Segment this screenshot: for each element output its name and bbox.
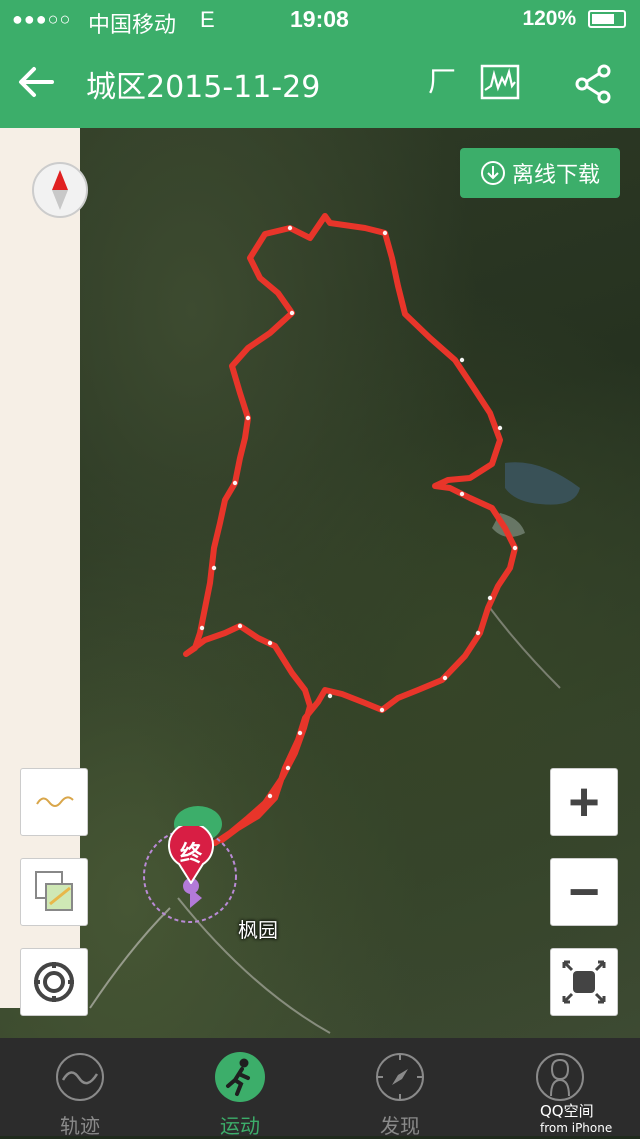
locate-icon: [34, 962, 74, 1002]
tab-sport-label: 运动: [220, 1114, 260, 1138]
plus-icon: +: [568, 772, 600, 832]
satellite-map[interactable]: 终 离线下载 + − 枫园: [0, 128, 640, 1038]
track-style-button[interactable]: [20, 768, 88, 836]
minus-icon: −: [568, 862, 600, 922]
watermark-title: QQ空间: [540, 1102, 594, 1120]
network-type: E: [200, 7, 215, 32]
battery-percent: 120%: [522, 7, 577, 30]
fit-track-button[interactable]: [550, 948, 618, 1016]
battery-icon: [588, 10, 626, 29]
offline-download-button[interactable]: 离线下载: [460, 148, 620, 198]
layers-icon: [35, 871, 73, 911]
tab-track[interactable]: 轨迹: [0, 1038, 160, 1138]
track-style-icon: [36, 796, 74, 807]
download-icon: [480, 161, 505, 185]
status-bar: ●●●○○ 中国移动 E 19:08 120%: [0, 0, 640, 40]
gps-track: [183, 213, 518, 846]
end-marker-label: 终: [179, 842, 202, 867]
map-layers-button[interactable]: [20, 858, 88, 926]
track-icon: [56, 1053, 104, 1101]
page-title: 城区2015-11-29: [86, 70, 321, 105]
zoom-out-button[interactable]: −: [550, 858, 618, 926]
offline-download-label: 离线下载: [511, 163, 600, 188]
qq-watermark: QQ空间 from iPhone: [540, 1100, 612, 1135]
locate-button[interactable]: [20, 948, 88, 1016]
place-label: 枫园: [238, 918, 278, 942]
compass-button[interactable]: [32, 162, 88, 218]
compass-icon: [376, 1053, 424, 1101]
tab-discover-label: 发现: [380, 1114, 420, 1138]
share-icon[interactable]: [574, 64, 612, 104]
end-marker[interactable]: 终: [166, 826, 216, 884]
title-overflow: 厂: [428, 65, 457, 98]
profile-icon: [536, 1053, 584, 1101]
tab-discover[interactable]: 发现: [320, 1038, 480, 1138]
track-overlay: [89, 213, 580, 1034]
carrier-name: 中国移动: [88, 13, 177, 38]
tab-track-label: 轨迹: [60, 1114, 100, 1138]
elevation-chart-icon[interactable]: [480, 64, 520, 100]
nav-bar: 城区2015-11-29 厂: [0, 40, 640, 128]
signal-strength: ●●●○○: [12, 9, 72, 29]
back-arrow-icon[interactable]: [14, 60, 58, 104]
fit-bounds-icon: [562, 960, 606, 1004]
battery-status: 120%: [522, 7, 626, 31]
watermark-sub: from iPhone: [540, 1121, 613, 1135]
compass-needle-icon: [52, 170, 68, 210]
clock: 19:08: [290, 6, 349, 32]
run-icon: [215, 1052, 265, 1102]
tab-sport[interactable]: 运动: [160, 1038, 320, 1138]
zoom-in-button[interactable]: +: [550, 768, 618, 836]
